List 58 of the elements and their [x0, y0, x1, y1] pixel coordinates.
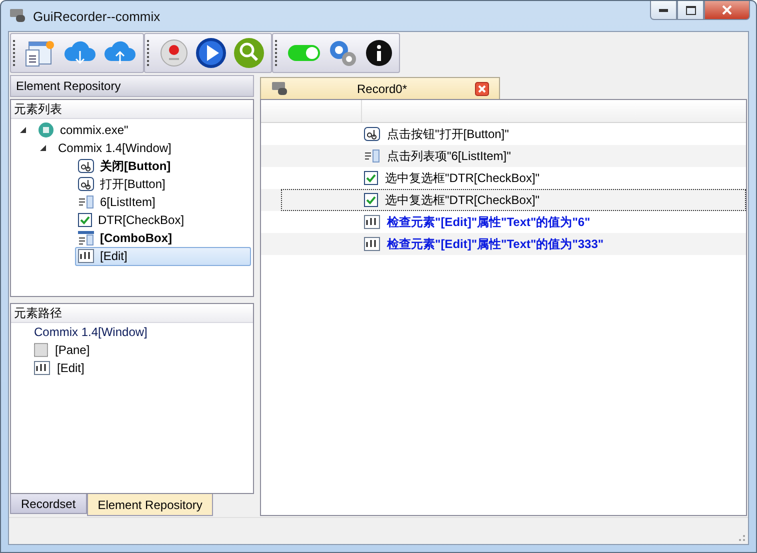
tree-item[interactable]: 6[ListItem] — [75, 192, 251, 212]
expand-arrow-icon[interactable] — [19, 126, 27, 134]
step-row[interactable]: 点击按钮"打开[Button]" — [361, 123, 746, 145]
step-row[interactable]: 检查元素"[Edit]"属性"Text"的值为"6" — [361, 211, 746, 233]
tab[interactable]: Recordset — [10, 494, 87, 514]
step-row[interactable]: 选中复选框"DTR[CheckBox]" — [361, 167, 746, 189]
search-icon[interactable] — [233, 37, 265, 69]
document-icon — [271, 80, 289, 96]
close-tab-icon[interactable] — [475, 82, 489, 96]
text-field-icon — [364, 215, 380, 229]
expand-arrow-icon[interactable] — [39, 144, 47, 152]
info-icon[interactable] — [365, 39, 393, 67]
checkbox-icon — [78, 213, 92, 227]
step-row[interactable]: 选中复选框"DTR[CheckBox]" — [281, 189, 746, 211]
pane-icon — [34, 343, 48, 357]
settings-icon[interactable] — [327, 38, 359, 68]
text-field-icon — [78, 249, 94, 263]
tree-item[interactable]: 打开[Button] — [75, 174, 251, 194]
combobox-icon — [78, 230, 94, 246]
tree-item[interactable]: commix.exe" — [35, 120, 251, 140]
checkbox-icon — [364, 171, 378, 185]
minimize-button[interactable] — [650, 1, 677, 20]
maximize-icon — [686, 6, 696, 14]
path-item: [Pane] — [55, 343, 90, 357]
maximize-button[interactable] — [677, 1, 704, 20]
record-icon[interactable] — [159, 38, 189, 68]
list-icon — [78, 195, 94, 209]
tree-item[interactable]: Commix 1.4[Window] — [55, 138, 251, 158]
new-document-icon[interactable] — [25, 38, 57, 68]
tree-item[interactable]: [Edit] — [75, 246, 251, 266]
tab[interactable]: Element Repository — [86, 494, 214, 516]
toggle-switch[interactable] — [287, 43, 321, 63]
cloud-download-icon[interactable] — [63, 39, 97, 67]
tree-item[interactable]: 关闭[Button] — [75, 156, 251, 176]
close-button[interactable] — [704, 1, 750, 20]
cloud-upload-icon[interactable] — [103, 39, 137, 67]
document-tab[interactable]: Record0* — [260, 77, 500, 99]
list-icon — [364, 149, 380, 163]
tree-item[interactable]: DTR[CheckBox] — [75, 210, 251, 230]
path-item: Commix 1.4[Window] — [34, 325, 148, 339]
resize-grip-icon[interactable] — [736, 532, 746, 542]
button-icon — [78, 159, 94, 173]
app-icon — [9, 8, 27, 24]
tree-item[interactable]: [ComboBox] — [75, 228, 251, 248]
window-title: GuiRecorder--commix — [33, 8, 160, 24]
checkbox-icon — [364, 193, 378, 207]
close-icon — [722, 5, 732, 15]
text-field-icon — [364, 237, 380, 251]
section-title: 元素列表 — [11, 100, 253, 119]
button-icon — [364, 127, 380, 141]
app-icon — [38, 122, 54, 138]
panel-title: Element Repository — [10, 75, 254, 97]
section-title: 元素路径 — [11, 304, 253, 323]
play-icon[interactable] — [195, 37, 227, 69]
minimize-icon — [659, 8, 668, 12]
path-item: [Edit] — [57, 361, 84, 375]
button-icon — [78, 177, 94, 191]
text-field-icon — [34, 361, 50, 375]
